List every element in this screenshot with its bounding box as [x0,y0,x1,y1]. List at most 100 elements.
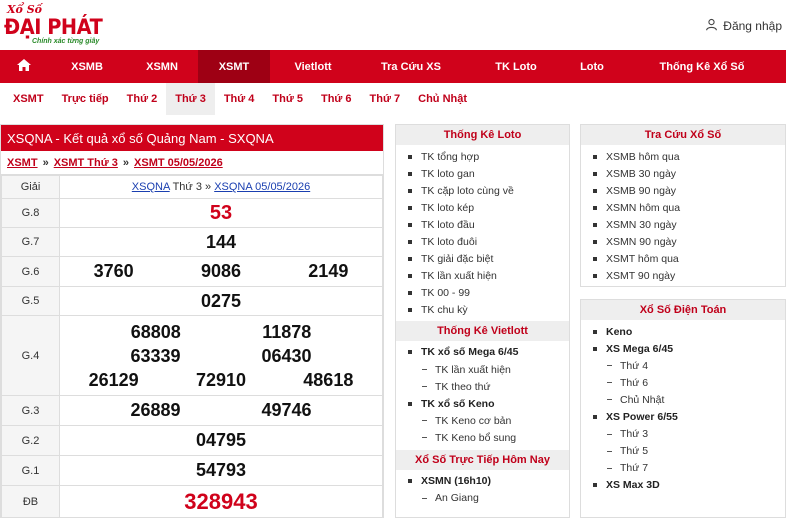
list-item[interactable]: TK xổ số Keno [396,395,569,412]
prize-number: 3760 [93,261,134,281]
list-item[interactable]: XSMT 90 ngày [581,268,785,285]
tk-vietlott-title: Thống Kê Vietlott [396,320,569,341]
list-item[interactable]: Keno [581,323,785,340]
list-item[interactable]: TK chu kỳ [396,302,569,319]
list-item[interactable]: XSMT hôm qua [581,251,785,268]
dien-toan-list: Keno XS Mega 6/45 Thứ 4 Thứ 6 Chủ Nhật X… [581,320,785,494]
list-item[interactable]: XSMN 30 ngày [581,216,785,233]
subnav-chu-nhat[interactable]: Chủ Nhật [409,83,476,115]
main-nav: XSMB XSMN XSMT Vietlott Tra Cứu XS TK Lo… [0,50,786,83]
nav-xsmb[interactable]: XSMB [48,50,126,83]
list-item[interactable]: Thứ 7 [581,460,785,477]
prize-number: 26129 [88,369,139,390]
list-item[interactable]: TK xổ số Mega 6/45 [396,344,569,361]
special-prize-number: 328943 [184,488,258,514]
prize-row-g7: G.7 144 [1,227,383,257]
site-logo[interactable]: Xổ Số ĐẠI PHÁT Chính xác từng giây [2,3,112,45]
list-item[interactable]: XS Power 6/55 [581,408,785,425]
prize-row-g3: G.3 26889 49746 [1,395,383,426]
list-item[interactable]: TK loto kép [396,199,569,216]
list-item[interactable]: TK cặp loto cùng về [396,182,569,199]
header-link-xsqna[interactable]: XSQNA [132,181,170,193]
prize-number: 26889 [130,400,181,420]
nav-home[interactable] [0,50,48,83]
crumb-xsmt-thu-3[interactable]: XSMT Thứ 3 [54,157,118,169]
list-item[interactable]: TK giải đặc biệt [396,251,569,268]
list-item[interactable]: Thứ 4 [581,357,785,374]
list-item[interactable]: TK 00 - 99 [396,285,569,302]
login-button[interactable]: Đăng nhập [705,18,782,34]
crumb-xsmt[interactable]: XSMT [7,157,38,169]
logo-slogan: Chính xác từng giây [32,38,100,45]
nav-loto[interactable]: Loto [566,50,618,83]
nav-tra-cuu-xs[interactable]: Tra Cứu XS [356,50,466,83]
list-item[interactable]: XSMB 30 ngày [581,165,785,182]
list-item[interactable]: TK Keno cơ bản [396,412,569,429]
list-item[interactable]: XSMN hôm qua [581,199,785,216]
list-item[interactable]: TK loto đầu [396,216,569,233]
list-item[interactable]: XS Max 3D [581,477,785,494]
nav-thong-ke-xo-so[interactable]: Thống Kê Xổ Số [618,50,786,83]
xs-truc-tiep-list: XSMN (16h10) An Giang [396,470,569,507]
subnav-thu-3[interactable]: Thứ 3 [166,83,215,115]
prize-row-db: ĐB 328943 [1,485,383,518]
subnav-thu-4[interactable]: Thứ 4 [215,83,264,115]
list-item[interactable]: XSMB 90 ngày [581,182,785,199]
prize-label: G.3 [1,395,60,426]
prize-number: 53 [209,201,233,224]
table-header-row: Giải XSQNA Thứ 3 » XSQNA 05/05/2026 [1,175,383,199]
list-item[interactable]: Chủ Nhật [581,391,785,408]
prize-label: G.4 [1,315,60,396]
subnav-thu-7[interactable]: Thứ 7 [361,83,410,115]
nav-tk-loto[interactable]: TK Loto [466,50,566,83]
nav-vietlott[interactable]: Vietlott [270,50,356,83]
list-item[interactable]: TK tổng hợp [396,148,569,165]
subnav-truc-tiep[interactable]: Trực tiếp [53,83,118,115]
prize-number: 0275 [200,290,242,311]
nav-xsmt[interactable]: XSMT [198,50,270,83]
header-separator: » [205,181,212,193]
list-item[interactable]: Thứ 3 [581,426,785,443]
list-item[interactable]: XSMN 90 ngày [581,233,785,250]
subnav-xsmt[interactable]: XSMT [4,83,53,115]
prize-number: 11878 [262,321,312,342]
list-item[interactable]: TK theo thứ [396,378,569,395]
header-link-date[interactable]: XSQNA 05/05/2026 [214,181,310,193]
list-item[interactable]: XSMN (16h10) [396,473,569,490]
prize-label: G.8 [1,198,60,228]
list-item[interactable]: XS Mega 6/45 [581,340,785,357]
prize-row-g5: G.5 0275 [1,286,383,316]
list-item[interactable]: XSMB hôm qua [581,148,785,165]
results-panel: XSQNA - Kết quả xổ số Quảng Nam - SXQNA … [0,124,384,518]
results-table: Giải XSQNA Thứ 3 » XSQNA 05/05/2026 G.8 … [1,175,383,518]
home-icon [16,57,32,76]
list-item[interactable]: TK loto đuôi [396,233,569,250]
list-item[interactable]: TK Keno bổ sung [396,429,569,446]
header-weekday: Thứ 3 [172,181,202,193]
prize-row-g1: G.1 54793 [1,455,383,486]
list-item[interactable]: TK lần xuất hiện [396,361,569,378]
subnav-thu-6[interactable]: Thứ 6 [312,83,361,115]
nav-xsmn[interactable]: XSMN [126,50,198,83]
tk-loto-list: TK tổng hợp TK loto gan TK cặp loto cùng… [396,145,569,319]
prize-number: 04795 [195,430,247,450]
subnav-thu-2[interactable]: Thứ 2 [118,83,167,115]
header: Xổ Số ĐẠI PHÁT Chính xác từng giây Đăng … [0,0,786,50]
list-item[interactable]: Thứ 5 [581,443,785,460]
prize-number: 06430 [261,345,312,366]
prize-label: G.7 [1,227,60,257]
prize-number: 49746 [261,400,312,420]
dien-toan-box: Xổ Số Điện Toán Keno XS Mega 6/45 Thứ 4 … [580,299,786,518]
prize-number: 72910 [195,369,247,390]
list-item[interactable]: TK lần xuất hiện [396,268,569,285]
subnav-thu-5[interactable]: Thứ 5 [263,83,312,115]
prize-number: 2149 [308,261,349,281]
prize-label: G.1 [1,455,60,486]
login-label: Đăng nhập [723,19,782,33]
crumb-xsmt-date[interactable]: XSMT 05/05/2026 [134,157,223,169]
prize-label: G.2 [1,425,60,456]
list-item[interactable]: An Giang [396,490,569,507]
header-links: XSQNA Thứ 3 » XSQNA 05/05/2026 [59,175,383,199]
list-item[interactable]: Thứ 6 [581,374,785,391]
list-item[interactable]: TK loto gan [396,165,569,182]
